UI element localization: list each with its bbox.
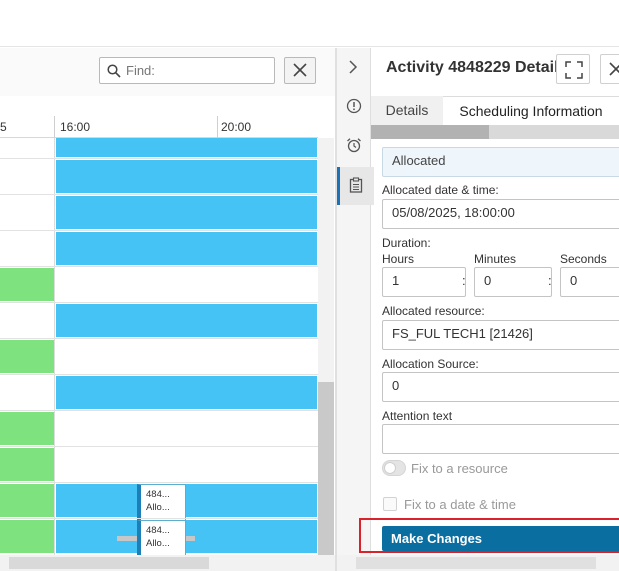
allocated-datetime-label: Allocated date & time: [382, 183, 499, 197]
gantt-bar[interactable] [56, 376, 317, 409]
seconds-field[interactable]: 0 [560, 267, 619, 297]
allocated-resource-label: Allocated resource: [382, 304, 485, 318]
minutes-field[interactable]: 0 [474, 267, 552, 297]
allocated-resource-field[interactable]: FS_FUL TECH1 [21426] [382, 320, 619, 350]
icon-rail [337, 48, 374, 571]
activity-chip-id: 484... [146, 489, 170, 500]
fix-to-datetime-checkbox[interactable] [383, 497, 397, 511]
tab-scroll-thumb[interactable] [371, 125, 489, 139]
search-icon [107, 64, 121, 78]
row-separator [0, 266, 318, 267]
tabs-bar: Details Scheduling Information [371, 96, 619, 126]
panel-horizontal-scrollbar-thumb[interactable] [356, 557, 596, 569]
horizontal-scrollbar-thumb[interactable] [9, 557, 209, 569]
availability-block [0, 520, 54, 553]
drag-handle[interactable] [117, 536, 137, 541]
attention-text-label: Attention text [382, 409, 453, 423]
close-icon [609, 62, 619, 76]
gantt-bar[interactable] [56, 484, 317, 517]
activity-chip-id: 484... [146, 525, 170, 536]
row-separator [0, 410, 318, 411]
row-separator [0, 338, 318, 339]
status-field: Allocated [382, 147, 619, 177]
panel-title: Activity 4848229 Details [386, 59, 568, 76]
gantt-bar[interactable] [56, 232, 317, 265]
attention-text-field[interactable] [382, 424, 619, 454]
gantt-body: 484... Allo... 484... Allo... [0, 138, 318, 555]
availability-block [0, 268, 54, 301]
activity-chip-status: Allo... [146, 538, 170, 549]
availability-block [0, 340, 54, 373]
availability-block [0, 448, 54, 481]
hours-minutes-separator: : [462, 273, 466, 288]
timeline-tick-line [54, 116, 55, 138]
timeline-tick-label: 16:00 [60, 120, 91, 134]
alerts-button[interactable] [337, 88, 371, 124]
fix-to-datetime-label: Fix to a date & time [404, 497, 516, 512]
row-separator [0, 374, 318, 375]
allocation-source-field[interactable]: 0 [382, 372, 619, 402]
availability-block [0, 484, 54, 517]
alarm-clock-icon [347, 138, 361, 153]
seconds-label: Seconds [560, 252, 607, 266]
timeline-header: 5 16:00 20:00 [0, 96, 318, 138]
find-input[interactable] [126, 61, 266, 80]
row-separator [0, 518, 318, 519]
gantt-bar[interactable] [56, 196, 317, 229]
alert-icon [346, 98, 362, 114]
tab-scheduling-information[interactable]: Scheduling Information [443, 96, 619, 126]
scheduling-info-rail-button[interactable] [337, 167, 374, 205]
expand-button[interactable] [556, 54, 590, 84]
duration-label: Duration: [382, 236, 431, 250]
tab-details[interactable]: Details [371, 96, 443, 125]
close-icon [293, 63, 307, 77]
allocated-datetime-field[interactable]: 05/08/2025, 18:00:00 [382, 199, 619, 229]
minutes-label: Minutes [474, 252, 517, 266]
allocation-source-label: Allocation Source: [382, 357, 479, 371]
find-clear-button[interactable] [284, 57, 316, 84]
find-box[interactable] [99, 57, 275, 84]
alarm-button[interactable] [337, 127, 371, 163]
timeline-tick-label: 5 [0, 120, 7, 134]
toggle-knob [384, 462, 396, 474]
hours-label: Hours [382, 252, 415, 266]
minutes-seconds-separator: : [548, 273, 552, 288]
chevron-right-icon [349, 60, 358, 74]
gantt-bar[interactable] [56, 138, 317, 157]
activity-chip-status: Allo... [146, 502, 170, 513]
highlight-box [359, 518, 619, 553]
row-separator [0, 446, 318, 447]
row-separator [0, 194, 318, 195]
hours-field[interactable]: 1 [382, 267, 466, 297]
gantt-bar[interactable] [56, 160, 317, 193]
availability-block [0, 412, 54, 445]
fix-to-resource-label: Fix to a resource [411, 461, 508, 476]
activity-chip[interactable]: 484... Allo... [137, 484, 186, 522]
column-divider [54, 138, 55, 555]
vertical-scrollbar-thumb[interactable] [318, 382, 334, 555]
row-separator [0, 482, 318, 483]
top-strip [0, 0, 619, 47]
clipboard-icon [349, 177, 363, 193]
row-separator [0, 302, 318, 303]
timeline-tick-label: 20:00 [221, 120, 252, 134]
activity-chip[interactable]: 484... Allo... [137, 520, 186, 555]
gantt-bar[interactable] [56, 304, 317, 337]
row-separator [0, 230, 318, 231]
collapse-panel-button[interactable] [337, 50, 371, 86]
row-separator [0, 158, 318, 159]
timeline-tick-line [217, 116, 218, 138]
close-panel-button[interactable] [600, 54, 619, 84]
expand-icon [565, 61, 583, 79]
